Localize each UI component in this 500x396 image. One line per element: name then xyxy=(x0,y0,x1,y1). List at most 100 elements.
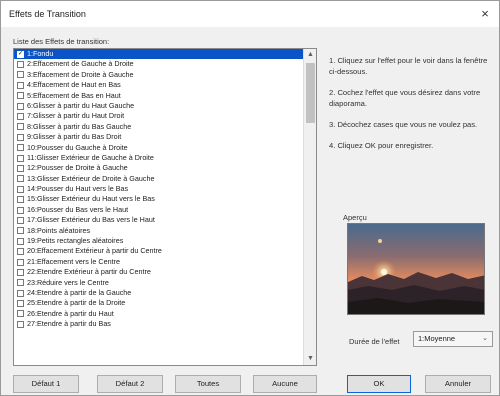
list-item-label: 10:Pousser du Gauche à Droite xyxy=(27,142,128,152)
list-item[interactable]: 16:Pousser du Bas vers le Haut xyxy=(14,205,304,215)
list-item-label: 2:Effacement de Gauche à Droite xyxy=(27,59,134,69)
list-item-label: 3:Effacement de Droite à Gauche xyxy=(27,69,134,79)
checkbox-icon[interactable] xyxy=(17,268,24,276)
scroll-up-icon[interactable]: ▲ xyxy=(304,49,316,61)
list-item[interactable]: 18:Points aléatoires xyxy=(14,226,304,236)
title-bar: Effets de Transition × xyxy=(1,1,499,27)
list-scrollbar[interactable]: ▲ ▼ xyxy=(303,49,316,365)
checkbox-icon[interactable] xyxy=(17,310,24,318)
duration-value: 1:Moyenne xyxy=(418,334,456,343)
instruction-step: 2. Cochez l'effet que vous désirez dans … xyxy=(329,88,481,108)
list-item[interactable]: 26:Etendre à partir du Haut xyxy=(14,309,304,319)
checkbox-icon[interactable] xyxy=(17,81,24,89)
list-item[interactable]: 5:Effacement de Bas en Haut xyxy=(14,91,304,101)
list-item-label: 22:Etendre Extérieur à partir du Centre xyxy=(27,267,151,277)
checkbox-icon[interactable] xyxy=(17,279,24,287)
checkbox-icon[interactable] xyxy=(17,237,24,245)
checkbox-icon[interactable] xyxy=(17,61,24,69)
list-item[interactable]: 19:Petits rectangles aléatoires xyxy=(14,236,304,246)
list-item[interactable]: 12:Pousser de Droite à Gauche xyxy=(14,163,304,173)
ok-button[interactable]: OK xyxy=(347,375,411,393)
list-item[interactable]: 13:Glisser Extérieur de Droite à Gauche xyxy=(14,174,304,184)
checkbox-icon[interactable] xyxy=(17,248,24,256)
instruction-step: 1. Cliquez sur l'effet pour le voir dans… xyxy=(329,56,488,76)
list-item[interactable]: 27:Etendre à partir du Bas xyxy=(14,319,304,329)
list-item[interactable]: 23:Réduire vers le Centre xyxy=(14,278,304,288)
list-item-label: 12:Pousser de Droite à Gauche xyxy=(27,163,128,173)
checkbox-icon[interactable] xyxy=(17,102,24,110)
checkbox-icon[interactable] xyxy=(17,300,24,308)
duration-label: Durée de l'effet xyxy=(349,337,400,346)
list-item-label: 11:Glisser Extérieur de Gauche à Droite xyxy=(27,152,154,162)
checkbox-icon[interactable]: ✓ xyxy=(17,50,24,58)
checkbox-icon[interactable] xyxy=(17,320,24,328)
list-item[interactable]: 7:Glisser à partir du Haut Droit xyxy=(14,111,304,121)
effects-list-label: Liste des Effets de transition: xyxy=(13,37,110,46)
list-item[interactable]: 10:Pousser du Gauche à Droite xyxy=(14,143,304,153)
list-item[interactable]: 4:Effacement de Haut en Bas xyxy=(14,80,304,90)
list-item-label: 8:Glisser à partir du Bas Gauche xyxy=(27,121,132,131)
list-item-label: 4:Effacement de Haut en Bas xyxy=(27,80,121,90)
list-item[interactable]: 17:Glisser Extérieur du Bas vers le Haut xyxy=(14,215,304,225)
default1-button[interactable]: Défaut 1 xyxy=(13,375,79,393)
instruction-step: 4. Cliquez OK pour enregistrer. xyxy=(329,141,434,150)
sunset-landscape-image xyxy=(348,224,484,314)
list-item[interactable]: 24:Etendre à partir de la Gauche xyxy=(14,288,304,298)
instruction-step: 3. Décochez cases que vous ne voulez pas… xyxy=(329,120,478,129)
checkbox-icon[interactable] xyxy=(17,185,24,193)
checkbox-icon[interactable] xyxy=(17,123,24,131)
list-item[interactable]: 2:Effacement de Gauche à Droite xyxy=(14,59,304,69)
scroll-down-icon[interactable]: ▼ xyxy=(304,353,316,365)
checkbox-icon[interactable] xyxy=(17,289,24,297)
checkbox-icon[interactable] xyxy=(17,71,24,79)
checkbox-icon[interactable] xyxy=(17,175,24,183)
list-item-label: 14:Pousser du Haut vers le Bas xyxy=(27,184,129,194)
checkbox-icon[interactable] xyxy=(17,258,24,266)
list-item[interactable]: 22:Etendre Extérieur à partir du Centre xyxy=(14,267,304,277)
list-item[interactable]: 3:Effacement de Droite à Gauche xyxy=(14,70,304,80)
list-item-label: 9:Glisser à partir du Bas Droit xyxy=(27,132,122,142)
default2-button[interactable]: Défaut 2 xyxy=(97,375,163,393)
list-item[interactable]: 11:Glisser Extérieur de Gauche à Droite xyxy=(14,153,304,163)
list-item[interactable]: 21:Effacement vers le Centre xyxy=(14,257,304,267)
scrollbar-thumb[interactable] xyxy=(306,63,315,123)
effects-list[interactable]: ✓ 1:Fondu 2:Effacement de Gauche à Droite 3… xyxy=(13,48,317,366)
checkbox-icon[interactable] xyxy=(17,196,24,204)
checkbox-icon[interactable] xyxy=(17,133,24,141)
select-all-button[interactable]: Toutes xyxy=(175,375,241,393)
list-item[interactable]: 15:Glisser Extérieur du Haut vers le Bas xyxy=(14,194,304,204)
list-item[interactable]: ✓ 1:Fondu xyxy=(14,49,304,60)
list-item[interactable]: 8:Glisser à partir du Bas Gauche xyxy=(14,122,304,132)
transition-effects-dialog: Effets de Transition × Liste des Effets … xyxy=(0,0,500,396)
list-item-label: 13:Glisser Extérieur de Droite à Gauche xyxy=(27,173,155,183)
chevron-down-icon: ⌄ xyxy=(482,335,488,342)
list-item-label: 7:Glisser à partir du Haut Droit xyxy=(27,111,125,121)
checkbox-icon[interactable] xyxy=(17,144,24,152)
cancel-button[interactable]: Annuler xyxy=(425,375,491,393)
list-item-label: 21:Effacement vers le Centre xyxy=(27,256,120,266)
duration-select[interactable]: 1:Moyenne ⌄ xyxy=(413,331,493,347)
checkbox-icon[interactable] xyxy=(17,206,24,214)
list-item[interactable]: 14:Pousser du Haut vers le Bas xyxy=(14,184,304,194)
checkbox-icon[interactable] xyxy=(17,113,24,121)
list-item-label: 5:Effacement de Bas en Haut xyxy=(27,90,121,100)
checkbox-icon[interactable] xyxy=(17,227,24,235)
list-item[interactable]: 25:Etendre à partir de la Droite xyxy=(14,298,304,308)
checkbox-icon[interactable] xyxy=(17,154,24,162)
list-item[interactable]: 20:Effacement Extérieur à partir du Cent… xyxy=(14,246,304,256)
list-item[interactable]: 6:Glisser à partir du Haut Gauche xyxy=(14,101,304,111)
list-item-label: 6:Glisser à partir du Haut Gauche xyxy=(27,100,135,110)
checkbox-icon[interactable] xyxy=(17,92,24,100)
select-none-button[interactable]: Aucune xyxy=(253,375,317,393)
list-item-label: 25:Etendre à partir de la Droite xyxy=(27,298,126,308)
list-item[interactable]: 9:Glisser à partir du Bas Droit xyxy=(14,132,304,142)
list-item-label: 19:Petits rectangles aléatoires xyxy=(27,236,124,246)
list-item-label: 15:Glisser Extérieur du Haut vers le Bas xyxy=(27,194,155,204)
instructions-panel: 1. Cliquez sur l'effet pour le voir dans… xyxy=(329,55,489,161)
list-item-label: 18:Points aléatoires xyxy=(27,225,91,235)
list-item-label: 17:Glisser Extérieur du Bas vers le Haut xyxy=(27,215,155,225)
preview-label: Aperçu xyxy=(343,213,367,222)
checkbox-icon[interactable] xyxy=(17,216,24,224)
checkbox-icon[interactable] xyxy=(17,164,24,172)
close-icon[interactable]: × xyxy=(477,6,493,22)
